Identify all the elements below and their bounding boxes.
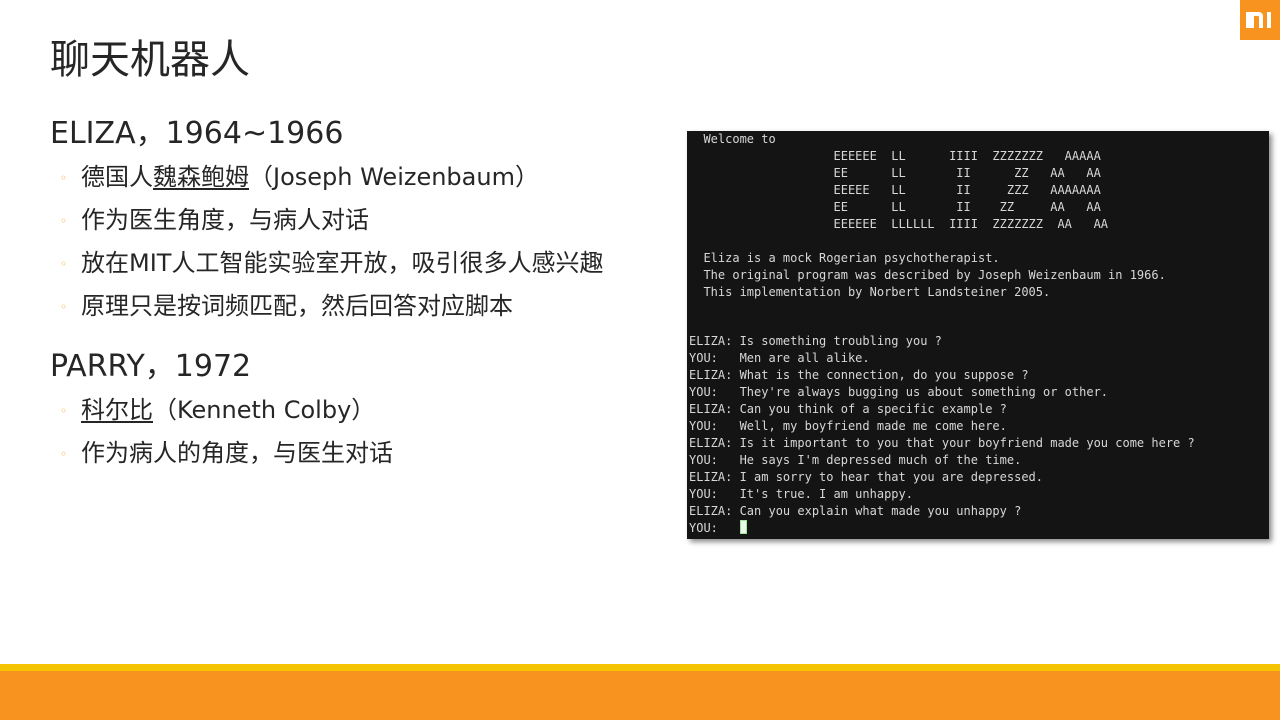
terminal-line: This implementation by Norbert Landstein… [689,285,1051,299]
terminal-line: EEEEE LL II ZZZ AAAAAAA [689,183,1101,197]
terminal-line: ELIZA: Is something troubling you ? [689,334,942,348]
terminal-line: EEEEEE LLLLLL IIII ZZZZZZZ AA AA [689,217,1109,231]
terminal-line: YOU: Well, my boyfriend made me come her… [689,419,1007,433]
terminal-line: ELIZA: Is it important to you that your … [689,436,1195,450]
bullet-item: ◦ 德国人魏森鲍姆（Joseph Weizenbaum） [60,162,539,192]
terminal-line: YOU: They're always bugging us about som… [689,385,1109,399]
eliza-terminal-screenshot: Welcome to EEEEEE LL IIII ZZZZZZZ AAAAA … [687,131,1269,539]
terminal-line: YOU: Men are all alike. [689,351,870,365]
bullet-item: ◦ 作为病人的角度，与医生对话 [60,438,393,468]
bullet-marker: ◦ [60,257,68,271]
colby-link[interactable]: 科尔比 [81,396,153,424]
bullet-text: 放在MIT人工智能实验室开放，吸引很多人感兴趣 [81,249,604,277]
terminal-line: EE LL II ZZ AA AA [689,166,1101,180]
section-heading-parry: PARRY，1972 [50,349,252,384]
bullet-item: ◦ 放在MIT人工智能实验室开放，吸引很多人感兴趣 [60,248,603,278]
terminal-line: YOU: It's true. I am unhappy. [689,487,913,501]
terminal-line: ELIZA: Can you think of a specific examp… [689,402,1007,416]
terminal-line: Eliza is a mock Rogerian psychotherapist… [689,251,1000,265]
footer-bar [0,671,1280,720]
bullet-text: （Joseph Weizenbaum） [249,163,539,191]
terminal-line: EEEEEE LL IIII ZZZZZZZ AAAAA [689,149,1101,163]
terminal-cursor [739,520,747,534]
bullet-text: （Kenneth Colby） [153,396,376,424]
terminal-line: ELIZA: What is the connection, do you su… [689,368,1029,382]
footer-stripe [0,664,1280,671]
bullet-text: 作为医生角度，与病人对话 [81,206,369,234]
bullet-marker: ◦ [60,300,68,314]
bullet-marker: ◦ [60,404,68,418]
bullet-marker: ◦ [60,171,68,185]
weizenbaum-link[interactable]: 魏森鲍姆 [153,163,249,191]
bullet-text: 作为病人的角度，与医生对话 [81,439,393,467]
bullet-marker: ◦ [60,447,68,461]
terminal-line: EE LL II ZZ AA AA [689,200,1101,214]
mi-logo-icon [1240,0,1280,40]
slide-title: 聊天机器人 [50,37,250,83]
terminal-line: ELIZA: I am sorry to hear that you are d… [689,470,1044,484]
terminal-line: Welcome to [689,132,776,146]
bullet-item: ◦ 原理只是按词频匹配，然后回答对应脚本 [60,291,513,321]
bullet-item: ◦ 科尔比（Kenneth Colby） [60,395,375,425]
bullet-text: 原理只是按词频匹配，然后回答对应脚本 [81,292,513,320]
bullet-item: ◦ 作为医生角度，与病人对话 [60,205,369,235]
terminal-prompt: YOU: [689,521,740,535]
terminal-line: ELIZA: Can you explain what made you unh… [689,504,1022,518]
terminal-prompt-line: YOU: [689,520,747,537]
bullet-text: 德国人 [81,163,153,191]
terminal-line: YOU: He says I'm depressed much of the t… [689,453,1022,467]
bullet-marker: ◦ [60,214,68,228]
section-heading-eliza: ELIZA，1964~1966 [50,116,344,151]
terminal-line: The original program was described by Jo… [689,268,1166,282]
